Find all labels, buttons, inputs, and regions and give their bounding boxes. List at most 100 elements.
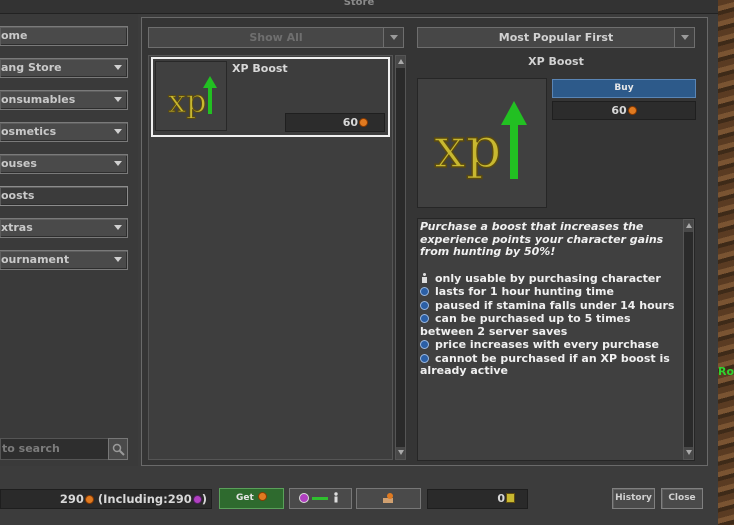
feature-text: lasts for 1 hour hunting time [435, 285, 614, 298]
buy-button[interactable]: Buy [552, 79, 696, 98]
feature-list: only usable by purchasing character last… [420, 271, 682, 378]
xp-boost-image: xp [168, 76, 217, 121]
price-value: 60 [342, 116, 358, 129]
arrow-up-icon [686, 223, 692, 228]
feature-text: only usable by purchasing character [435, 271, 661, 285]
detail-title: XP Boost [528, 55, 584, 68]
info-icon [420, 340, 429, 349]
feature-item: price increases with every purchase [420, 338, 682, 352]
category-tournament[interactable]: ournament [0, 250, 128, 270]
feature-text: cannot be purchased if an XP boost is al… [420, 351, 670, 377]
category-extras[interactable]: xtras [0, 218, 128, 238]
transfer-icon [299, 492, 338, 503]
category-label: ouses [1, 157, 37, 170]
coin-icon [359, 118, 368, 127]
dropdown-button[interactable] [674, 28, 694, 47]
chevron-down-icon [114, 257, 122, 262]
xp-boost-large-icon: xp [417, 78, 547, 208]
category-boosts[interactable]: oosts [0, 186, 128, 206]
feature-item: cannot be purchased if an XP boost is al… [420, 351, 682, 378]
transfer-coins-button[interactable] [289, 488, 352, 509]
category-label: ang Store [1, 61, 62, 74]
scroll-down-button[interactable] [684, 447, 693, 459]
token-icon [506, 493, 515, 503]
filter-value: Show All [249, 31, 303, 44]
filter-dropdown[interactable]: Show All [148, 27, 404, 48]
chevron-down-icon [114, 97, 122, 102]
svg-text:xp: xp [434, 116, 501, 181]
get-label: Get [236, 493, 254, 503]
tokens-value: 0 [497, 492, 505, 505]
dropdown-button[interactable] [383, 28, 403, 47]
scroll-down-button[interactable] [396, 447, 405, 459]
token-balance: 0 [427, 489, 528, 509]
category-gang-store[interactable]: ang Store [0, 58, 128, 78]
arrow-down-icon [398, 450, 404, 455]
price-value: 60 [611, 104, 627, 117]
svg-text:xp: xp [168, 82, 207, 120]
person-icon [420, 272, 429, 283]
offer-list-scrollbar[interactable] [395, 55, 406, 460]
chevron-down-icon [114, 161, 122, 166]
feature-item: only usable by purchasing character [420, 271, 682, 286]
category-label: xtras [1, 221, 33, 234]
description-text: Purchase a boost that increases the expe… [420, 220, 682, 379]
get-coins-button[interactable]: Get [219, 488, 284, 509]
xp-boost-icon: xp [155, 61, 227, 131]
search-input[interactable]: to search [0, 438, 110, 460]
window-title: Store [343, 0, 375, 8]
feature-item: lasts for 1 hour hunting time [420, 285, 682, 299]
feature-text: price increases with every purchase [435, 338, 659, 351]
close-button[interactable]: Close [661, 488, 703, 509]
scroll-up-button[interactable] [396, 56, 405, 68]
category-sidebar [0, 14, 138, 466]
chevron-down-icon [114, 65, 122, 70]
category-label: onsumables [1, 93, 76, 106]
arrow-up-icon [398, 59, 404, 64]
category-label: ournament [1, 253, 70, 266]
coin-icon [627, 106, 637, 115]
history-button[interactable]: History [612, 488, 655, 509]
feature-text: paused if stamina falls under 14 hours [435, 298, 675, 312]
game-background-rock [718, 0, 734, 525]
coin-icon [257, 492, 267, 501]
offer-name: XP Boost [232, 62, 288, 75]
category-home[interactable]: ome [0, 26, 128, 46]
chevron-down-icon [681, 35, 689, 40]
chevron-down-icon [114, 225, 122, 230]
window-titlebar: Store [0, 0, 718, 14]
background-creature-label: Ro [718, 365, 734, 378]
info-icon [420, 300, 429, 310]
gift-button[interactable] [356, 488, 421, 509]
category-label: ome [1, 29, 28, 42]
category-label: osmetics [1, 125, 57, 138]
search-button[interactable] [108, 438, 128, 460]
category-houses[interactable]: ouses [0, 154, 128, 174]
including-suffix: ) [201, 492, 207, 506]
chevron-down-icon [390, 35, 398, 40]
info-icon [420, 353, 429, 363]
detail-price: 60 [552, 101, 696, 120]
offer-price: 60 [285, 113, 385, 132]
description-scrollbar[interactable] [683, 219, 694, 460]
coin-icon [84, 495, 94, 504]
feature-text: can be purchased up to 5 times between 2… [420, 312, 631, 338]
arrow-down-icon [686, 450, 692, 455]
including-value: 290 [167, 492, 192, 506]
description-intro: Purchase a boost that increases the expe… [420, 220, 664, 258]
scroll-up-button[interactable] [684, 220, 693, 232]
category-cosmetics[interactable]: osmetics [0, 122, 128, 142]
xp-boost-large-image: xp [433, 101, 527, 182]
info-icon [420, 287, 429, 296]
category-label: oosts [1, 189, 35, 202]
balance-value: 290 [59, 492, 84, 506]
feature-item: can be purchased up to 5 times between 2… [420, 312, 682, 338]
category-consumables[interactable]: onsumables [0, 90, 128, 110]
including-prefix: (Including: [97, 492, 168, 506]
sort-dropdown[interactable]: Most Popular First [417, 27, 695, 48]
coin-balance: 290 (Including:290) [0, 489, 212, 509]
chevron-down-icon [114, 129, 122, 134]
transferable-coin-icon [192, 495, 202, 504]
sort-value: Most Popular First [498, 31, 614, 44]
hand-coin-icon [383, 493, 393, 503]
